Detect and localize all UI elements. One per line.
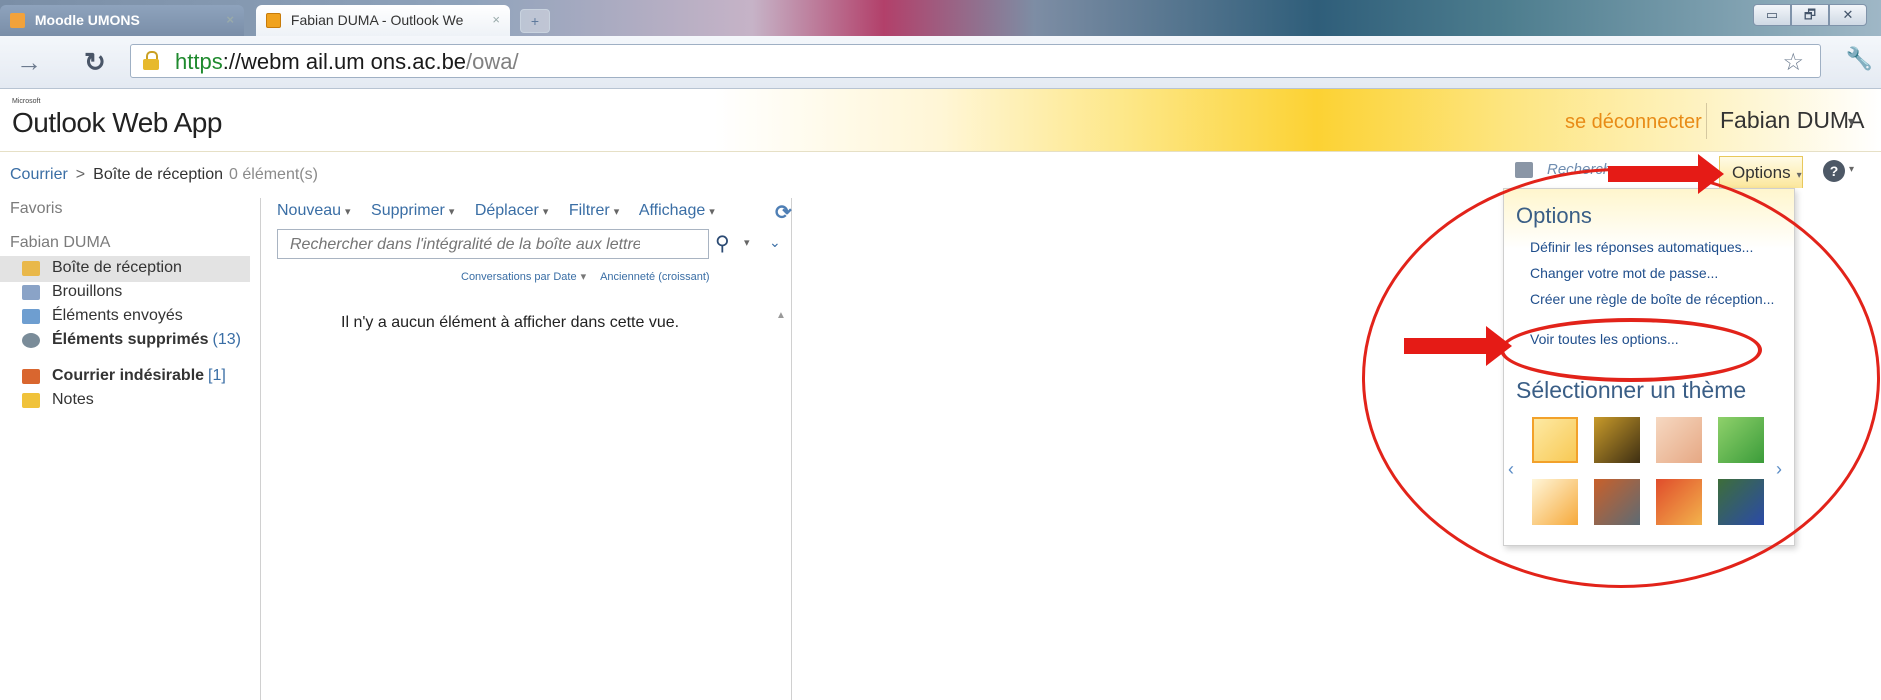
url-host: ://webm ail.um ons.ac.be — [222, 49, 467, 74]
folder-sent[interactable]: Éléments envoyés — [0, 304, 250, 330]
tab-label: Moodle UMONS — [34, 12, 140, 28]
breadcrumb-inbox: Boîte de réception — [93, 166, 224, 183]
folder-navigation: Favoris Fabian DUMA Boîte de réception B… — [0, 198, 250, 408]
search-mailbox-field[interactable] — [277, 229, 709, 259]
notes-icon — [22, 393, 40, 408]
owa-header: Microsoft Outlook Web App se déconnecter… — [0, 89, 1881, 152]
move-button[interactable]: Déplacer ▾ — [475, 202, 549, 219]
folder-label: Notes — [52, 391, 94, 408]
folder-junk[interactable]: Courrier indésirable [1] — [0, 364, 250, 390]
browser-tab-bar: Moodle UMONS × Fabian DUMA - Outlook We … — [0, 0, 1881, 36]
annotation-arrow — [1608, 154, 1724, 194]
wrench-icon[interactable]: 🔧 — [1846, 46, 1873, 72]
message-list-panel: Nouveau ▾ Supprimer ▾ Déplacer ▾ Filtrer ▾ A… — [260, 198, 792, 700]
close-tab-icon[interactable]: × — [226, 12, 234, 27]
item-count: 0 élément(s) — [229, 166, 318, 183]
address-book-icon[interactable] — [1515, 162, 1533, 178]
microsoft-logo-text: Microsoft — [12, 98, 41, 105]
folder-drafts[interactable]: Brouillons — [0, 280, 250, 306]
forward-icon[interactable]: → — [16, 48, 42, 76]
folder-label: Éléments supprimés — [52, 331, 209, 348]
breadcrumb-mail[interactable]: Courrier — [10, 166, 68, 183]
sent-icon — [22, 309, 40, 324]
browser-toolbar: → ↻ https://webm ail.um ons.ac.be/owa/ ☆… — [0, 36, 1881, 89]
search-options-chevron-icon[interactable]: ▾ — [744, 236, 750, 249]
breadcrumb: Courrier > Boîte de réception 0 élément(s) — [10, 166, 318, 184]
lock-icon — [143, 51, 159, 70]
help-icon[interactable]: ? — [1823, 160, 1845, 182]
minimize-button[interactable]: ▭ — [1753, 4, 1791, 26]
tab-label: Fabian DUMA - Outlook We — [290, 12, 464, 28]
tab-moodle[interactable]: Moodle UMONS × — [0, 5, 244, 36]
user-name[interactable]: Fabian DUMA — [1720, 107, 1864, 134]
folder-notes[interactable]: Notes — [0, 388, 250, 414]
view-button[interactable]: Affichage ▾ — [639, 202, 715, 219]
chevron-down-icon[interactable]: ▾ — [1848, 113, 1855, 130]
window-controls: ▭ 🗗 ✕ — [1753, 4, 1867, 26]
command-bar: Nouveau ▾ Supprimer ▾ Déplacer ▾ Filtrer ▾ A… — [277, 202, 731, 220]
sort-order[interactable]: Ancienneté (croissant) — [600, 271, 709, 283]
search-input[interactable] — [288, 235, 642, 255]
url-scheme: https — [175, 49, 223, 74]
folder-count: (13) — [212, 331, 241, 348]
list-scrollbar[interactable]: ▲ — [774, 310, 788, 700]
folder-label: Éléments envoyés — [52, 307, 183, 324]
expand-search-icon[interactable]: ⌄ — [769, 234, 781, 251]
sort-by[interactable]: Conversations par Date — [461, 271, 577, 283]
url-path: /owa/ — [466, 49, 519, 74]
app-title: Outlook Web App — [12, 107, 222, 138]
annotation-oval — [1500, 318, 1762, 382]
moodle-favicon-icon — [10, 13, 25, 28]
search-icon[interactable]: ⚲ — [715, 231, 730, 256]
folder-label: Brouillons — [52, 283, 123, 300]
folder-inbox[interactable]: Boîte de réception — [0, 256, 250, 282]
breadcrumb-separator: > — [75, 166, 86, 183]
junk-icon — [22, 369, 40, 384]
mailbox-header[interactable]: Fabian DUMA — [10, 234, 110, 252]
sort-row: Conversations par Date ▾ Ancienneté (crois… — [461, 270, 710, 283]
outlook-favicon-icon — [266, 13, 281, 28]
deleted-icon — [22, 333, 40, 348]
options-button[interactable]: Options ▾ — [1719, 156, 1803, 188]
logoff-link[interactable]: se déconnecter — [1565, 111, 1702, 134]
folder-label: Boîte de réception — [52, 259, 182, 276]
folder-count: [1] — [208, 367, 226, 384]
restore-button[interactable]: 🗗 — [1791, 4, 1829, 26]
close-tab-icon[interactable]: × — [492, 12, 500, 27]
filter-button[interactable]: Filtrer ▾ — [569, 202, 619, 219]
scroll-up-icon[interactable]: ▲ — [776, 310, 786, 321]
close-window-button[interactable]: ✕ — [1829, 4, 1867, 26]
inbox-icon — [22, 261, 40, 276]
chevron-down-icon[interactable]: ▾ — [1849, 164, 1854, 175]
favorites-header[interactable]: Favoris — [10, 200, 62, 218]
empty-list-message: Il n'y a aucun élément à afficher dans c… — [341, 314, 680, 331]
folder-label: Courrier indésirable — [52, 367, 205, 384]
header-divider — [1706, 103, 1707, 139]
new-tab-button[interactable]: + — [520, 9, 550, 33]
bookmark-star-icon[interactable]: ☆ — [1782, 48, 1804, 77]
folder-deleted[interactable]: Éléments supprimés (13) — [0, 328, 250, 354]
drafts-icon — [22, 285, 40, 300]
refresh-icon[interactable]: ⟳ — [775, 200, 792, 225]
new-button[interactable]: Nouveau ▾ — [277, 202, 351, 219]
reload-icon[interactable]: ↻ — [84, 48, 106, 76]
annotation-arrow — [1404, 326, 1512, 366]
tab-outlook[interactable]: Fabian DUMA - Outlook We × — [256, 5, 510, 36]
delete-button[interactable]: Supprimer ▾ — [371, 202, 454, 219]
address-bar[interactable]: https://webm ail.um ons.ac.be/owa/ ☆ — [130, 44, 1821, 78]
chevron-down-icon[interactable]: ▾ — [581, 271, 587, 283]
